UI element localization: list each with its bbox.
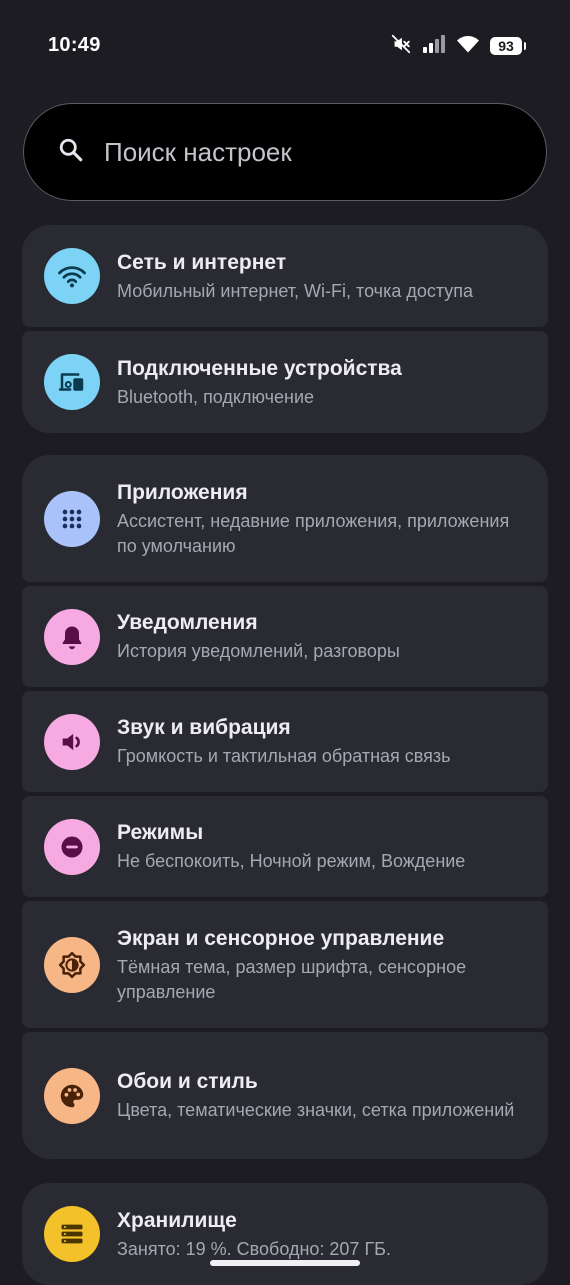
item-title: Обои и стиль — [117, 1070, 258, 1093]
mute-icon — [390, 33, 412, 60]
cellular-signal-icon — [422, 34, 446, 59]
item-title: Подключенные устройства — [117, 356, 402, 380]
settings-group-connectivity: Сеть и интернет Мобильный интернет, Wi-F… — [22, 225, 548, 433]
item-subtitle: Громкость и тактильная обратная связь — [117, 746, 451, 766]
item-subtitle: Цвета, тематические значки, сетка прилож… — [117, 1100, 515, 1120]
settings-item-display[interactable]: Экран и сенсорное управление Тёмная тема… — [22, 901, 548, 1028]
item-title: Уведомления — [117, 611, 258, 634]
settings-item-modes[interactable]: Режимы Не беспокоить, Ночной режим, Вожд… — [22, 796, 548, 897]
item-title: Сеть и интернет — [117, 250, 287, 274]
item-subtitle: История уведомлений, разговоры — [117, 641, 400, 661]
item-title: Экран и сенсорное управление — [117, 926, 445, 950]
settings-item-network[interactable]: Сеть и интернет Мобильный интернет, Wi-F… — [22, 225, 548, 327]
bell-icon — [44, 608, 100, 665]
status-time: 10:49 — [48, 34, 101, 56]
settings-item-apps[interactable]: Приложения Ассистент, недавние приложени… — [22, 455, 548, 582]
speaker-icon — [44, 713, 100, 770]
settings-item-wallpaper[interactable]: Обои и стиль Цвета, тематические значки,… — [22, 1032, 548, 1159]
settings-item-notifications[interactable]: Уведомления История уведомлений, разгово… — [22, 586, 548, 687]
item-subtitle: Занято: 19 %. Свободно: 207 ГБ. — [117, 1238, 391, 1259]
item-subtitle: Ассистент, недавние приложения, приложен… — [117, 510, 510, 556]
palette-icon — [44, 1067, 100, 1124]
search-icon — [58, 137, 84, 168]
apps-grid-icon — [44, 490, 100, 547]
settings-item-connected-devices[interactable]: Подключенные устройства Bluetooth, подкл… — [22, 331, 548, 433]
brightness-icon — [44, 936, 100, 993]
battery-icon: 93 — [490, 37, 526, 55]
item-subtitle: Не беспокоить, Ночной режим, Вождение — [117, 851, 466, 871]
settings-group-storage: Хранилище Занято: 19 %. Свободно: 207 ГБ… — [22, 1183, 548, 1285]
wifi-icon — [44, 248, 100, 304]
settings-item-sound[interactable]: Звук и вибрация Громкость и тактильная о… — [22, 691, 548, 792]
status-icons: 93 — [390, 33, 526, 60]
item-subtitle: Тёмная тема, размер шрифта, сенсорное уп… — [117, 956, 467, 1002]
home-indicator[interactable] — [210, 1260, 360, 1266]
settings-group-device: Приложения Ассистент, недавние приложени… — [22, 455, 548, 1159]
devices-icon — [44, 354, 100, 410]
item-title: Звук и вибрация — [117, 716, 291, 739]
settings-item-storage[interactable]: Хранилище Занято: 19 %. Свободно: 207 ГБ… — [22, 1183, 548, 1285]
item-title: Приложения — [117, 480, 248, 504]
item-title: Режимы — [117, 821, 204, 844]
storage-icon — [44, 1206, 100, 1262]
status-bar: 10:49 93 — [0, 0, 570, 92]
dnd-icon — [44, 818, 100, 875]
item-subtitle: Bluetooth, подключение — [117, 386, 315, 407]
item-subtitle: Мобильный интернет, Wi-Fi, точка доступа — [117, 280, 474, 301]
wifi-icon — [456, 34, 480, 59]
item-title: Хранилище — [117, 1208, 237, 1232]
search-placeholder: Поиск настроек — [104, 136, 292, 167]
search-bar[interactable]: Поиск настроек — [23, 103, 547, 201]
